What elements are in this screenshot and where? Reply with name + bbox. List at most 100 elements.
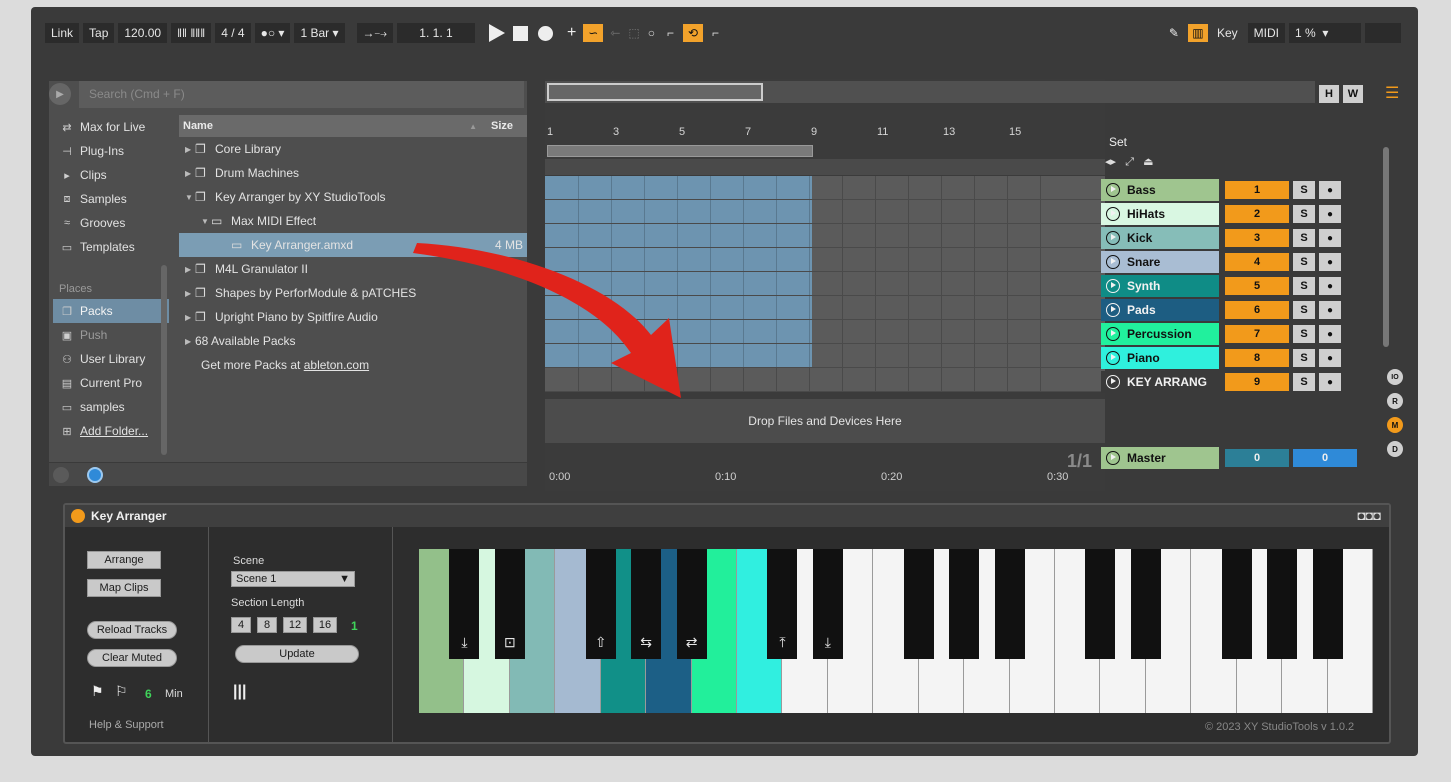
list-item[interactable]: ▶ ❐ Drum Machines — [179, 161, 527, 185]
clip[interactable] — [545, 176, 812, 199]
position-field[interactable]: 1. 1. 1 — [396, 23, 475, 43]
cpu-meter[interactable]: 1 % ▾ — [1289, 23, 1361, 43]
nudge-icon[interactable]: ‖‖ ‖‖‖ — [171, 23, 212, 43]
beat-ruler[interactable]: 1 3 5 7 9 11 13 15 — [545, 126, 1105, 142]
search-input[interactable]: Search (Cmd + F) — [79, 81, 524, 108]
stop-icon[interactable] — [512, 25, 528, 41]
solo-button[interactable]: S — [1293, 373, 1315, 391]
quantize-select[interactable]: 1 Bar ▾ — [294, 23, 345, 43]
back-to-arrangement-icon[interactable]: ⇽ — [610, 26, 620, 40]
list-item[interactable]: ▶ ❐ Core Library — [179, 137, 527, 161]
overdub-icon[interactable]: + — [567, 24, 576, 42]
arm-button[interactable]: ● — [1319, 349, 1341, 367]
solo-button[interactable]: S — [1293, 301, 1315, 319]
device-buttons-icon[interactable]: ◘◘◘ — [1357, 508, 1381, 523]
black-key[interactable] — [903, 549, 934, 659]
w-toggle[interactable]: W — [1343, 85, 1363, 103]
piano-keyboard[interactable]: ⤓ ⊡ ⇧ ⇆ ⇄ ⤒ ⤓ — [419, 549, 1373, 713]
black-key[interactable] — [1221, 549, 1252, 659]
sidebar-item-samples[interactable]: ⧈ Samples — [53, 187, 169, 211]
clip-launch-icon[interactable] — [1106, 303, 1120, 317]
ableton-link[interactable]: ableton.com — [304, 358, 369, 372]
sidebar-item-current-project[interactable]: ▤ Current Pro — [53, 371, 169, 395]
section-16-button[interactable]: 16 — [313, 617, 337, 633]
section-4-button[interactable]: 4 — [231, 617, 251, 633]
master-name[interactable]: Master — [1101, 447, 1219, 469]
midi-map-button[interactable]: MIDI — [1247, 23, 1285, 43]
black-key[interactable] — [1085, 549, 1116, 659]
black-key[interactable] — [1267, 549, 1298, 659]
track-name[interactable]: Bass — [1101, 179, 1219, 201]
clear-muted-button[interactable]: Clear Muted — [87, 649, 177, 667]
key-map-button[interactable]: Key — [1211, 23, 1244, 43]
column-name[interactable]: Name — [179, 120, 469, 132]
scene-select[interactable]: Scene 1 ▼ — [231, 571, 355, 587]
clip-launch-icon[interactable] — [1106, 327, 1120, 341]
sidebar-item-clips[interactable]: ▸ Clips — [53, 163, 169, 187]
clip-launch-icon[interactable] — [1106, 255, 1120, 269]
clip-launch-icon[interactable] — [1106, 375, 1120, 389]
sidebar-scrollbar[interactable] — [161, 265, 167, 455]
black-key[interactable]: ⤒ — [767, 549, 798, 659]
flag-off-icon[interactable]: ⚐ — [115, 683, 128, 700]
track-activator[interactable]: 1 — [1225, 181, 1289, 199]
update-button[interactable]: Update — [235, 645, 359, 663]
device-power-icon[interactable] — [71, 509, 85, 523]
map-clips-button[interactable]: Map Clips — [87, 579, 161, 597]
browser-toggle-icon[interactable]: ▶ — [49, 83, 71, 105]
arm-button[interactable]: ● — [1319, 325, 1341, 343]
black-key[interactable] — [1312, 549, 1343, 659]
solo-button[interactable]: S — [1293, 349, 1315, 367]
track-name[interactable]: Pads — [1101, 299, 1219, 321]
loop-icon[interactable]: ⟲ — [683, 24, 703, 42]
clip-launch-icon[interactable] — [1106, 351, 1120, 365]
track-name[interactable]: Kick — [1101, 227, 1219, 249]
track-lane[interactable] — [545, 176, 1105, 200]
groove-pool-icon[interactable] — [53, 467, 69, 483]
track-name[interactable]: Piano — [1101, 347, 1219, 369]
solo-button[interactable]: S — [1293, 205, 1315, 223]
section-8-button[interactable]: 8 — [257, 617, 277, 633]
solo-button[interactable]: S — [1293, 229, 1315, 247]
track-activator[interactable]: 9 — [1225, 373, 1289, 391]
black-key[interactable]: ⤓ — [449, 549, 480, 659]
track-activator[interactable]: 6 — [1225, 301, 1289, 319]
menu-icon[interactable]: ☰ — [1385, 83, 1399, 103]
solo-button[interactable]: S — [1293, 253, 1315, 271]
info-icon[interactable] — [87, 467, 103, 483]
black-key[interactable]: ⤓ — [812, 549, 843, 659]
min-value[interactable]: 6 — [145, 687, 152, 701]
clip[interactable] — [545, 200, 812, 223]
sidebar-item-templates[interactable]: ▭ Templates — [53, 235, 169, 259]
track-activator[interactable]: 8 — [1225, 349, 1289, 367]
black-key[interactable]: ⇄ — [676, 549, 707, 659]
sidebar-item-add-folder[interactable]: ⊞ Add Folder... — [53, 419, 169, 443]
tempo-field[interactable]: 120.00 — [118, 23, 168, 43]
scrollbar-vertical[interactable] — [1383, 147, 1389, 347]
clip-launch-icon[interactable] — [1106, 231, 1120, 245]
metronome-icon[interactable]: ●○ ▾ — [254, 23, 291, 43]
capture-icon[interactable]: ⬚ — [628, 26, 639, 40]
section-12-button[interactable]: 12 — [283, 617, 307, 633]
sidebar-item-packs[interactable]: ❐ Packs — [53, 299, 169, 323]
master-cue[interactable]: 0 — [1225, 449, 1289, 467]
m-toggle[interactable]: M — [1387, 417, 1403, 433]
track-activator[interactable]: 2 — [1225, 205, 1289, 223]
track-name[interactable]: KEY ARRANG — [1101, 371, 1219, 393]
overview-selection[interactable] — [547, 83, 763, 101]
black-key[interactable] — [994, 549, 1025, 659]
track-name[interactable]: HiHats — [1101, 203, 1219, 225]
loop-brace[interactable] — [547, 145, 813, 157]
solo-button[interactable]: S — [1293, 277, 1315, 295]
r-toggle[interactable]: R — [1387, 393, 1403, 409]
arm-button[interactable]: ● — [1319, 205, 1341, 223]
black-key[interactable] — [1130, 549, 1161, 659]
flag-icon[interactable]: ⚑ — [91, 683, 104, 700]
computer-keyboard-icon[interactable]: ▥ — [1187, 24, 1208, 42]
black-key[interactable] — [949, 549, 980, 659]
black-key[interactable]: ⇧ — [585, 549, 616, 659]
io-toggle[interactable]: IO — [1387, 369, 1403, 385]
track-activator[interactable]: 7 — [1225, 325, 1289, 343]
master-play-icon[interactable] — [1106, 451, 1120, 465]
sidebar-item-push[interactable]: ▣ Push — [53, 323, 169, 347]
